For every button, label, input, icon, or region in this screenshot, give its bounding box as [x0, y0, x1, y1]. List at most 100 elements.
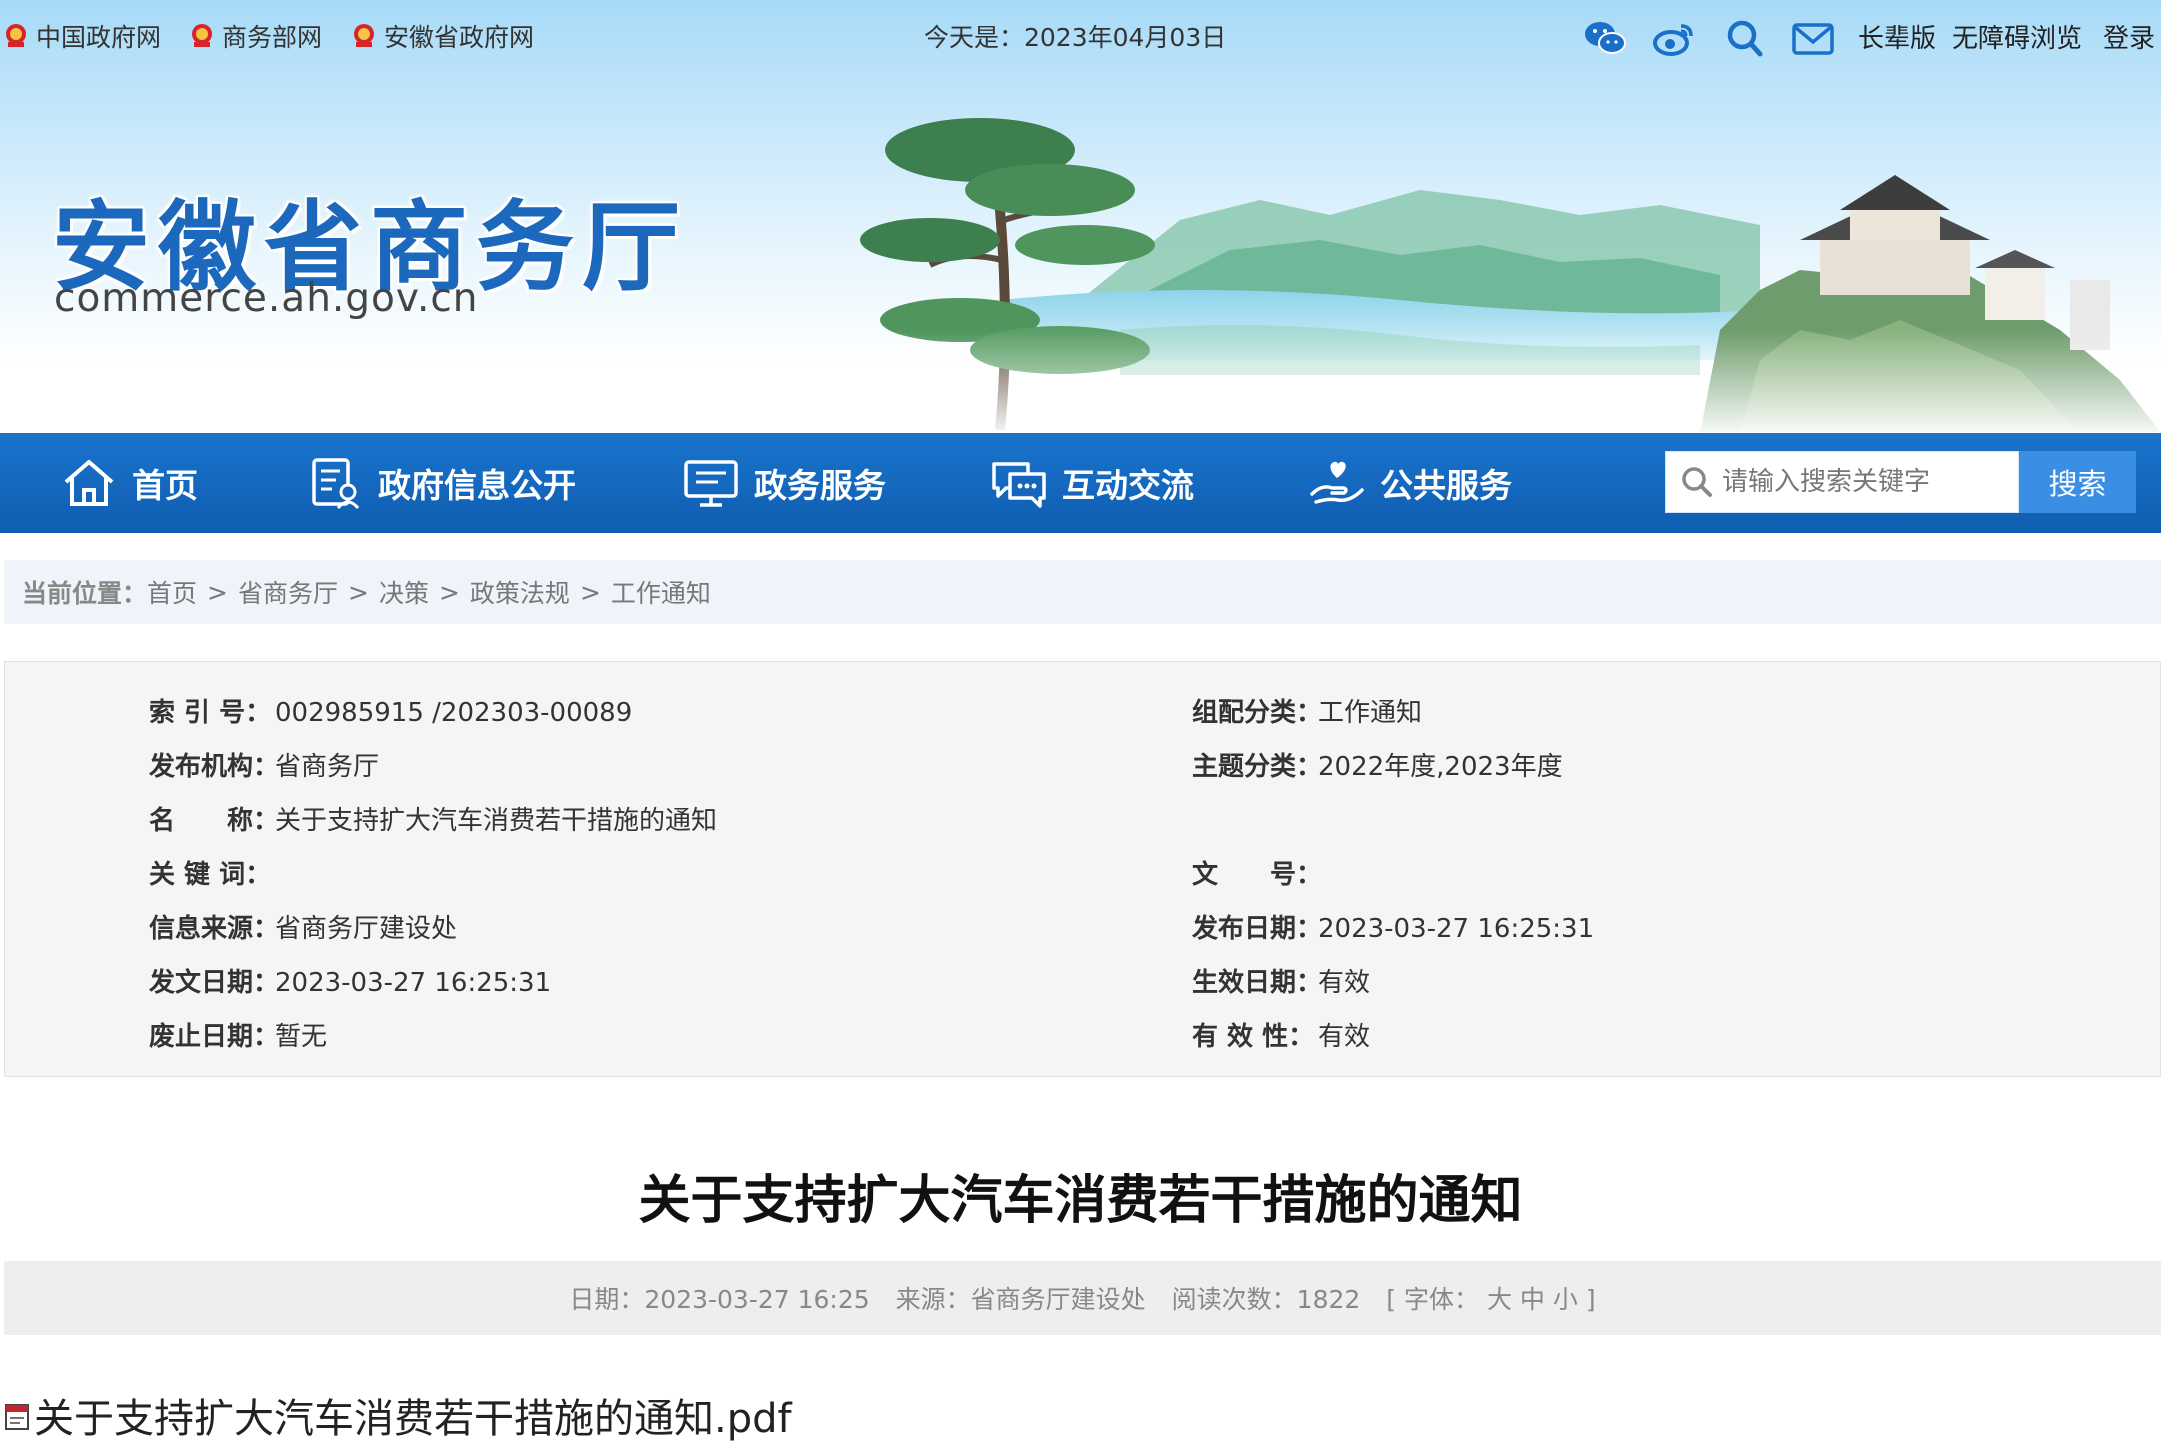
hand-heart-icon [1310, 461, 1364, 504]
article-views: 阅读次数：1822 [1171, 1285, 1361, 1314]
accessible-browse-link[interactable]: 无障碍浏览 [1952, 18, 2082, 55]
login-link[interactable]: 登录 [2103, 18, 2155, 55]
top-utility-bar: 中国政府网 商务部网 安徽省政府网 今天是：2023年04月03日 长辈版 无障… [0, 0, 2161, 72]
breadcrumb-item-decision[interactable]: 决策 [379, 574, 429, 610]
elder-mode-link[interactable]: 长辈版 [1858, 18, 1936, 55]
article-date: 日期：2023-03-27 16:25 [569, 1285, 870, 1314]
wechat-icon[interactable] [1582, 18, 1628, 58]
info-publisher-label: 发布机构： [149, 752, 280, 782]
info-doc-no-label: 文 号： [1192, 860, 1323, 890]
breadcrumb-separator: > [348, 577, 369, 607]
font-size-close: ] [1585, 1285, 1596, 1314]
nav-item-public-service[interactable]: 公共服务 [1308, 433, 1512, 533]
emblem-icon [192, 24, 212, 47]
info-doc-no: 文 号： [1192, 854, 1323, 891]
attachment-label: 关于支持扩大汽车消费若干措施的通知.pdf [34, 1396, 792, 1442]
info-issue-date: 发文日期： 2023-03-27 16:25:31 [149, 962, 551, 999]
font-size-large-button[interactable]: 大 [1487, 1285, 1512, 1314]
nav-item-interaction-label: 互动交流 [1062, 466, 1194, 505]
font-size-small-button[interactable]: 小 [1553, 1285, 1578, 1314]
info-repeal-date: 废止日期： 暂无 [149, 1016, 327, 1053]
monitor-icon [684, 460, 738, 507]
info-repeal-date-value: 暂无 [275, 1022, 328, 1052]
breadcrumb-item-policy[interactable]: 政策法规 [470, 574, 570, 610]
breadcrumb-separator: > [438, 577, 460, 607]
breadcrumb-label: 当前位置： [22, 579, 148, 608]
link-mofcom[interactable]: 商务部网 [190, 18, 322, 54]
attachment-link[interactable]: 关于支持扩大汽车消费若干措施的通知.pdf [4, 1386, 792, 1444]
emblem-icon [354, 24, 374, 47]
breadcrumb-separator: > [207, 577, 228, 607]
search-icon [1682, 467, 1712, 497]
nav-item-gov-info[interactable]: 政府信息公开 [306, 433, 576, 533]
info-repeal-date-label: 废止日期： [149, 1022, 280, 1052]
emblem-icon [6, 24, 26, 47]
info-category: 组配分类： 工作通知 [1192, 692, 1422, 729]
gov-info-icon [312, 458, 360, 510]
breadcrumb-separator: > [579, 577, 601, 607]
search-input[interactable] [1722, 467, 2012, 497]
info-validity: 有 效 性： 有效 [1192, 1016, 1370, 1053]
info-topic: 主题分类： 2022年度,2023年度 [1192, 746, 1563, 783]
nav-item-interaction[interactable]: 互动交流 [990, 433, 1194, 533]
link-china-gov[interactable]: 中国政府网 [4, 18, 161, 54]
today-date: 今天是：2023年04月03日 [924, 23, 1227, 52]
info-source: 信息来源： 省商务厅建设处 [149, 908, 457, 945]
breadcrumb: 当前位置： 首页 > 省商务厅 > 决策 > 政策法规 > 工作通知 [4, 560, 2161, 624]
info-name: 名 称： 关于支持扩大汽车消费若干措施的通知 [149, 800, 717, 837]
info-publish-date: 发布日期： 2023-03-27 16:25:31 [1192, 908, 1594, 945]
info-category-label: 组配分类： [1192, 698, 1323, 728]
nav-item-gov-info-label: 政府信息公开 [378, 466, 576, 505]
info-keywords: 关 键 词： [149, 854, 275, 891]
breadcrumb-item-department[interactable]: 省商务厅 [238, 574, 338, 610]
info-name-value: 关于支持扩大汽车消费若干措施的通知 [275, 806, 718, 836]
font-size-switcher: [ 字体： 大 中 小 ] [1386, 1280, 1595, 1316]
info-publish-date-label: 发布日期： [1192, 914, 1323, 944]
nav-item-gov-service[interactable]: 政务服务 [682, 433, 886, 533]
link-anhui-gov-label: 安徽省政府网 [384, 23, 535, 52]
info-topic-label: 主题分类： [1192, 752, 1323, 782]
nav-item-gov-service-label: 政务服务 [754, 466, 886, 505]
info-validity-value: 有效 [1318, 1022, 1371, 1052]
site-search [1665, 451, 2019, 513]
breadcrumb-item-notice[interactable]: 工作通知 [611, 574, 711, 610]
info-issue-date-value: 2023-03-27 16:25:31 [275, 968, 552, 998]
pdf-icon [5, 1404, 29, 1430]
info-publish-date-value: 2023-03-27 16:25:31 [1318, 914, 1595, 944]
document-info-panel: 索 引 号： 002985915 /202303-00089 发布机构： 省商务… [4, 661, 2161, 1077]
mail-icon[interactable] [1790, 18, 1836, 58]
header-banner: 中国政府网 商务部网 安徽省政府网 今天是：2023年04月03日 长辈版 无障… [0, 0, 2161, 433]
info-effective-date: 生效日期： 有效 [1192, 962, 1370, 999]
info-category-value: 工作通知 [1318, 698, 1423, 728]
weibo-icon[interactable] [1651, 18, 1697, 58]
chat-icon [992, 462, 1046, 508]
link-mofcom-label: 商务部网 [222, 23, 323, 52]
info-publisher-value: 省商务厅 [275, 752, 380, 782]
font-size-medium-button[interactable]: 中 [1520, 1285, 1545, 1314]
article-source: 来源：省商务厅建设处 [895, 1285, 1146, 1314]
info-index-no-label: 索 引 号： [149, 698, 272, 728]
info-name-label: 名 称： [149, 806, 280, 836]
info-issue-date-label: 发文日期： [149, 968, 280, 998]
info-validity-label: 有 效 性： [1192, 1022, 1315, 1052]
info-index-no: 索 引 号： 002985915 /202303-00089 [149, 692, 632, 729]
nav-item-home[interactable]: 首页 [60, 433, 198, 533]
info-source-value: 省商务厅建设处 [275, 914, 458, 944]
info-effective-date-value: 有效 [1318, 968, 1371, 998]
info-publisher: 发布机构： 省商务厅 [149, 746, 379, 783]
breadcrumb-item-home[interactable]: 首页 [147, 574, 197, 610]
info-effective-date-label: 生效日期： [1192, 968, 1323, 998]
link-anhui-gov[interactable]: 安徽省政府网 [352, 18, 534, 54]
search-button[interactable]: 搜索 [2019, 451, 2136, 513]
search-icon[interactable] [1722, 18, 1768, 58]
info-index-no-value: 002985915 /202303-00089 [275, 698, 633, 728]
site-domain: commerce.ah.gov.cn [54, 276, 479, 321]
info-source-label: 信息来源： [149, 914, 280, 944]
article-meta-bar: 日期：2023-03-27 16:25 来源：省商务厅建设处 阅读次数：1822… [4, 1261, 2161, 1335]
nav-item-home-label: 首页 [132, 466, 198, 505]
font-size-open: [ 字体： [1386, 1285, 1479, 1314]
article-title: 关于支持扩大汽车消费若干措施的通知 [638, 1171, 1523, 1231]
info-keywords-label: 关 键 词： [149, 860, 272, 890]
nav-item-public-service-label: 公共服务 [1380, 466, 1512, 505]
home-icon [64, 460, 114, 506]
